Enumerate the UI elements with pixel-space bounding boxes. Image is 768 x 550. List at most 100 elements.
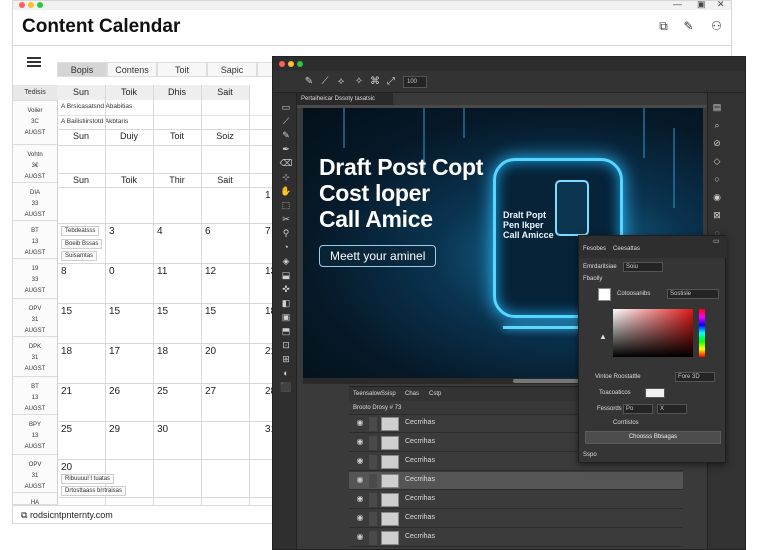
- share-icon[interactable]: ⧉: [656, 19, 671, 34]
- eye-icon[interactable]: ◉: [355, 456, 365, 465]
- day-number[interactable]: 15: [109, 306, 120, 317]
- day-number[interactable]: 15: [205, 306, 216, 317]
- color-swatch[interactable]: [598, 288, 611, 301]
- sidebar-date-cell[interactable]: HA: [13, 493, 57, 506]
- hand-icon[interactable]: ✋: [279, 185, 293, 197]
- layer-row[interactable]: ◉ Cecrrihas: [349, 510, 683, 528]
- dodge-icon[interactable]: ◔: [279, 241, 293, 253]
- sidebar-date-cell[interactable]: OPV 31 AUGST: [13, 299, 57, 337]
- tools-icon[interactable]: ✎: [681, 19, 696, 34]
- eye-icon[interactable]: ◉: [355, 532, 365, 541]
- mask-icon[interactable]: ⊘: [711, 137, 723, 149]
- shape-icon[interactable]: ◇: [711, 155, 723, 167]
- event-chip[interactable]: Suisamtas: [61, 251, 98, 261]
- wand-icon[interactable]: ✧: [353, 76, 365, 87]
- sidebar-date-cell[interactable]: 19 33 AUGST: [13, 259, 57, 299]
- day-number[interactable]: 4: [157, 226, 163, 237]
- day-number[interactable]: 25: [61, 424, 72, 435]
- eye-icon[interactable]: ◉: [355, 513, 365, 522]
- day-number[interactable]: 30: [157, 424, 168, 435]
- grid-icon[interactable]: ⊞: [279, 353, 293, 365]
- color-field[interactable]: Sostisle: [667, 289, 719, 299]
- frame-icon[interactable]: ▣: [279, 311, 293, 323]
- zoom-field[interactable]: 100: [403, 76, 427, 88]
- sidebar-date-cell[interactable]: DPK 31 AUGST: [13, 337, 57, 377]
- panel-icon[interactable]: ▤: [711, 101, 723, 113]
- shape-icon[interactable]: ◈: [279, 255, 293, 267]
- mask-icon[interactable]: ◧: [279, 297, 293, 309]
- pass-field[interactable]: X: [657, 404, 687, 414]
- day-number[interactable]: 1: [265, 190, 271, 201]
- marquee-icon[interactable]: ▭: [279, 101, 293, 113]
- day-number[interactable]: 8: [61, 266, 67, 277]
- eye-icon[interactable]: ◉: [355, 437, 365, 446]
- pass-field[interactable]: Po: [623, 404, 653, 414]
- select-icon[interactable]: ⬚: [279, 199, 293, 211]
- day-number[interactable]: 18: [157, 346, 168, 357]
- tab-contens[interactable]: Contens: [107, 62, 157, 77]
- close-icon[interactable]: ✕: [717, 1, 725, 10]
- eraser-icon[interactable]: ⌫: [279, 157, 293, 169]
- color-swatch-icon[interactable]: ⬛: [279, 381, 293, 393]
- day-number[interactable]: 11: [157, 266, 167, 277]
- sidebar-date-cell[interactable]: Voiier 3C AUGST: [13, 101, 57, 145]
- day-number[interactable]: 20: [205, 346, 216, 357]
- tab-bopis[interactable]: Bopis: [57, 62, 107, 77]
- layers-tab[interactable]: Chas: [405, 387, 419, 401]
- blur-icon[interactable]: ◐: [279, 367, 293, 379]
- picker-ok-button[interactable]: Choosss Bbsagas: [585, 431, 721, 444]
- day-number[interactable]: 3: [109, 226, 115, 237]
- footer-url[interactable]: rodsicntpnternty.com: [30, 510, 113, 520]
- search-icon[interactable]: ⌕: [711, 119, 723, 131]
- note-row[interactable]: A Brsicasatsnd Ababitias: [57, 101, 281, 113]
- move-icon[interactable]: ⊹: [279, 171, 293, 183]
- transform-icon[interactable]: ⤢: [385, 76, 397, 87]
- circle-icon[interactable]: ○: [711, 173, 723, 185]
- event-chip[interactable]: Ribuuuul I tuatas: [61, 474, 115, 484]
- day-number[interactable]: 15: [61, 306, 72, 317]
- white-field[interactable]: [645, 388, 665, 398]
- tab-toit[interactable]: Toit: [157, 62, 207, 77]
- saturation-value-area[interactable]: [613, 309, 693, 357]
- close-window-icon[interactable]: [19, 2, 25, 8]
- crop-icon[interactable]: ✂: [279, 213, 293, 225]
- day-number[interactable]: 12: [205, 266, 216, 277]
- day-number[interactable]: 17: [109, 346, 120, 357]
- eye-icon[interactable]: ◉: [355, 494, 365, 503]
- mode-field[interactable]: Fore 3D: [675, 372, 715, 382]
- line-icon[interactable]: ⟋: [279, 115, 293, 127]
- sidebar-date-cell[interactable]: BPY 13 AUGST: [13, 415, 57, 455]
- day-number[interactable]: 29: [109, 424, 120, 435]
- brush-icon[interactable]: ✎: [279, 129, 293, 141]
- minimize-icon[interactable]: —: [673, 1, 682, 9]
- note-row[interactable]: A Bailistiirstotd Akbtaris: [57, 115, 281, 127]
- layers-tab[interactable]: Teensalow: [353, 387, 381, 401]
- day-number[interactable]: 25: [157, 386, 168, 397]
- eye-icon[interactable]: ◉: [355, 418, 365, 427]
- eye-icon[interactable]: ◉: [355, 475, 365, 484]
- path-icon[interactable]: ⟡: [335, 76, 347, 87]
- zoom-icon[interactable]: ⚲: [279, 227, 293, 239]
- pen-icon[interactable]: ✒: [279, 143, 293, 155]
- close-window-icon[interactable]: [279, 61, 285, 67]
- layer-row[interactable]: ◉ Cecrrihas: [349, 529, 683, 547]
- day-number[interactable]: 7: [265, 226, 271, 237]
- heal-icon[interactable]: ✜: [279, 283, 293, 295]
- fill-icon[interactable]: ⬒: [279, 325, 293, 337]
- minimize-window-icon[interactable]: [288, 61, 294, 67]
- sidebar-date-cell[interactable]: DIA 33 AUGST: [13, 183, 57, 221]
- picker-field[interactable]: Soiu: [623, 262, 663, 272]
- maximize-window-icon[interactable]: [37, 2, 43, 8]
- sidebar-date-cell[interactable]: BT 13 AUGST: [13, 377, 57, 415]
- sidebar-date-cell[interactable]: OPV 31 AUGST: [13, 455, 57, 493]
- picker-tab[interactable]: Fesobes: [583, 246, 606, 252]
- tab-sapic[interactable]: Sapic: [207, 62, 257, 77]
- maximize-window-icon[interactable]: [297, 61, 303, 67]
- gradient-icon[interactable]: ⬓: [279, 269, 293, 281]
- layers-tab[interactable]: Ssisp: [381, 387, 396, 401]
- day-number[interactable]: 0: [109, 266, 115, 277]
- day-number[interactable]: 27: [205, 386, 216, 397]
- day-number[interactable]: 26: [109, 386, 120, 397]
- day-number[interactable]: 6: [205, 226, 211, 237]
- slice-icon[interactable]: ⊡: [279, 339, 293, 351]
